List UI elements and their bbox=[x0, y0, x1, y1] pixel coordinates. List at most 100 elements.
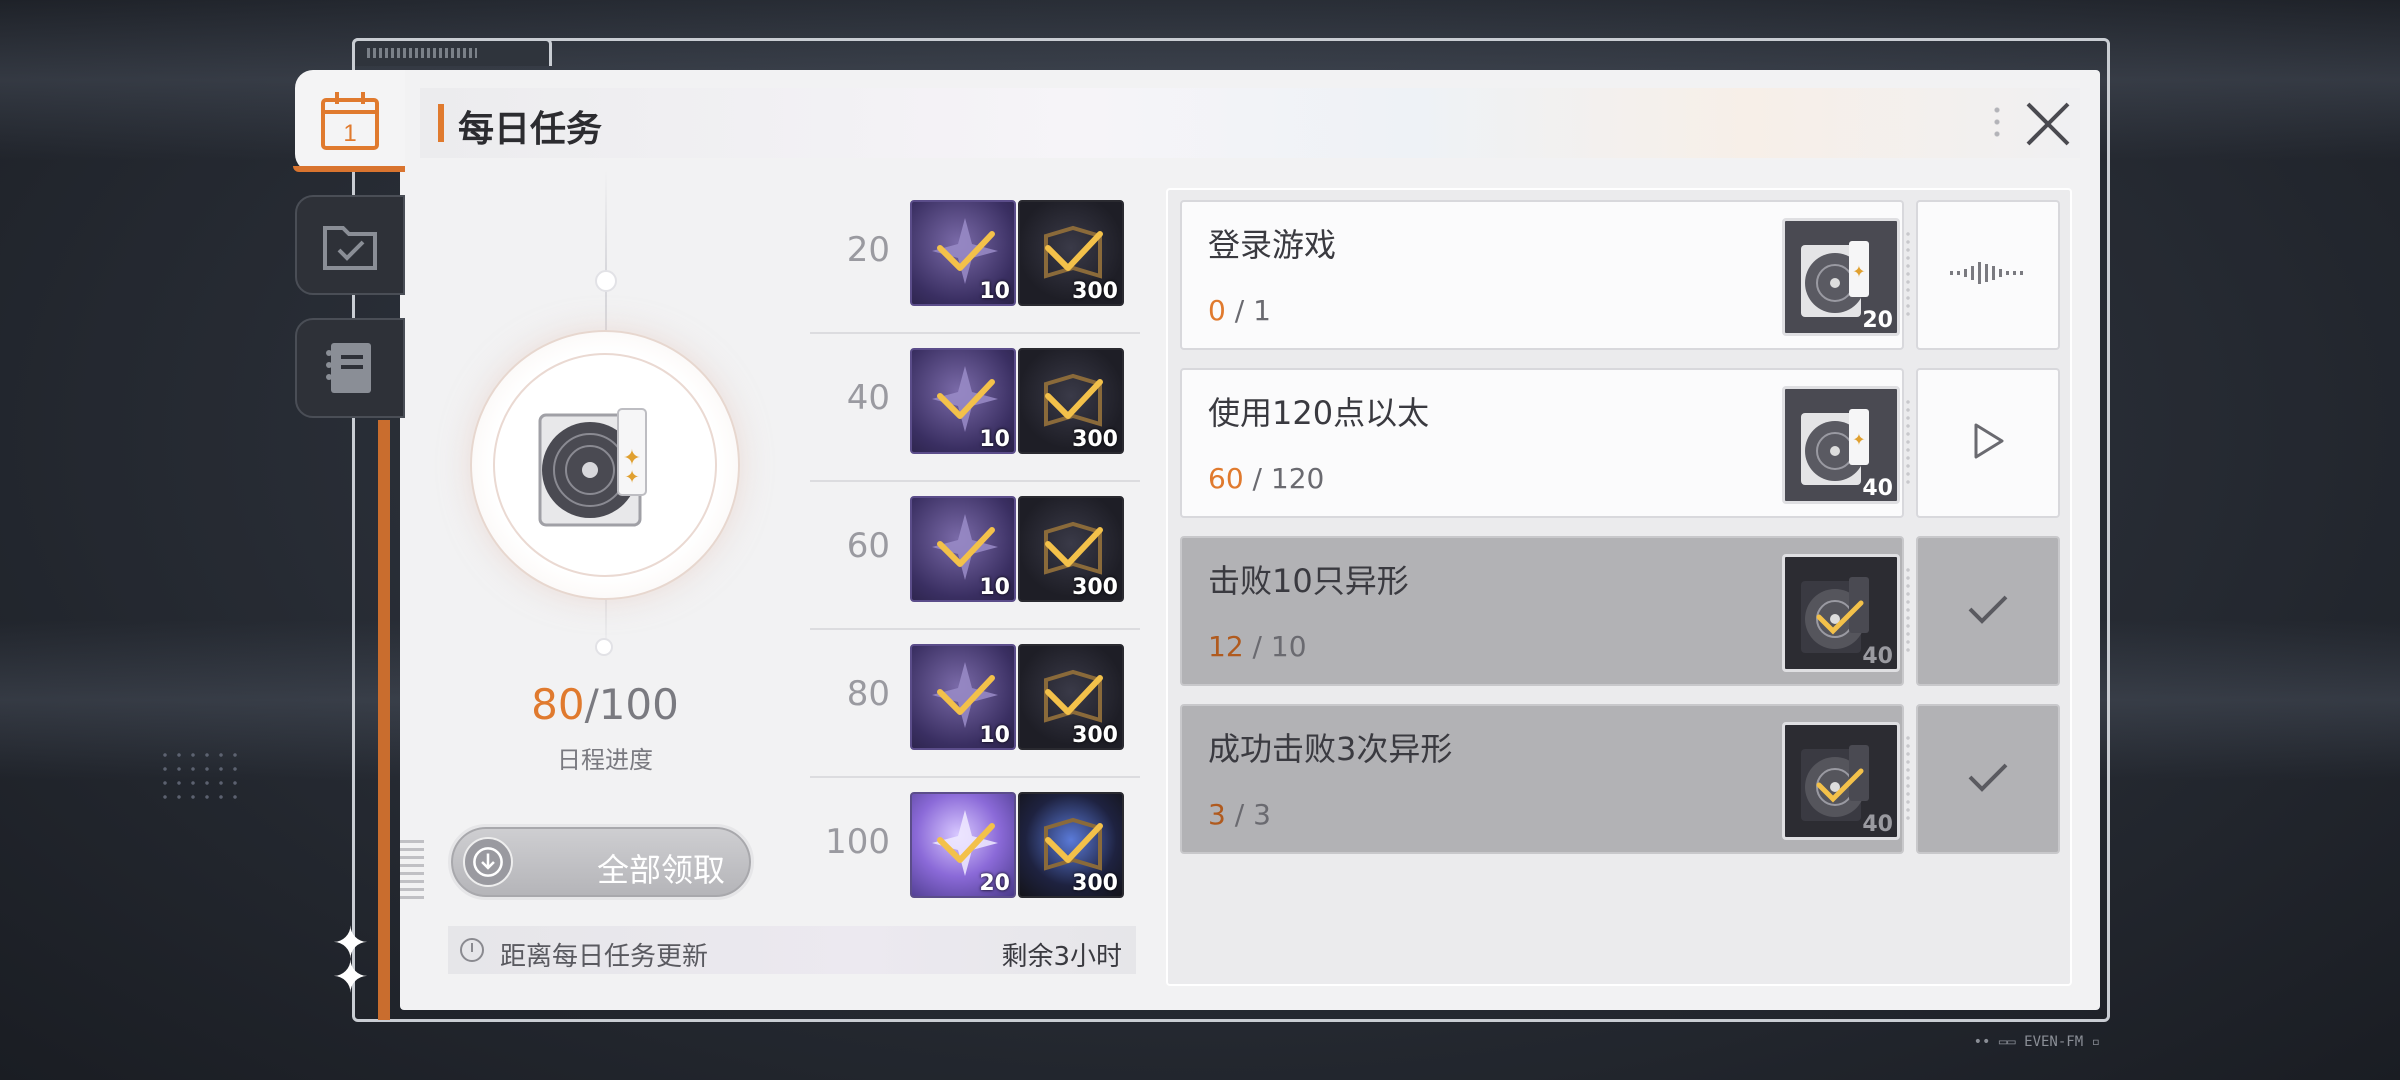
task-name: 击败10只异形 bbox=[1208, 562, 1409, 600]
waveform-icon bbox=[1948, 258, 2028, 292]
frame-accent-bar bbox=[378, 420, 390, 1020]
task-card: 击败10只异形 12 / 10 40 bbox=[1180, 536, 1904, 686]
clock-icon bbox=[460, 938, 484, 962]
refresh-timer-bar: 距离每日任务更新 剩余3小时 bbox=[448, 926, 1136, 974]
svg-text:1: 1 bbox=[343, 120, 356, 147]
reward-crystal[interactable]: 20 bbox=[910, 792, 1016, 898]
reward-count: 300 bbox=[1072, 427, 1118, 452]
svg-text:✦: ✦ bbox=[1852, 262, 1865, 281]
tab-notes[interactable] bbox=[295, 318, 405, 418]
play-icon bbox=[1968, 421, 2008, 465]
task-reward-item[interactable]: ✦ 20 bbox=[1782, 218, 1900, 336]
check-icon bbox=[1966, 591, 2010, 631]
task-reward-item[interactable]: ✦ 40 bbox=[1782, 386, 1900, 504]
milestone-row: 20 10 300 bbox=[810, 200, 1140, 334]
reward-count: 300 bbox=[1072, 575, 1118, 600]
reward-count: 10 bbox=[979, 723, 1010, 748]
reward-count: 40 bbox=[1862, 812, 1893, 837]
task-row: 成功击败3次异形 3 / 3 40 bbox=[1180, 704, 2060, 854]
reward-crystal[interactable]: 10 bbox=[910, 644, 1016, 750]
milestone-row: 60 10 300 bbox=[810, 496, 1140, 630]
reward-crystal[interactable]: 10 bbox=[910, 200, 1016, 306]
claimed-check-icon bbox=[1045, 231, 1103, 271]
task-row: 使用120点以太 60 / 120 ✦ 40 bbox=[1180, 368, 2060, 518]
milestone-row: 100 20 300 bbox=[810, 792, 1140, 902]
record-disc-icon: ✦ ✦ bbox=[538, 408, 647, 527]
claimed-check-icon bbox=[937, 527, 995, 567]
milestone-points: 100 bbox=[825, 822, 890, 862]
reward-count: 300 bbox=[1072, 723, 1118, 748]
download-arrow-icon bbox=[463, 837, 513, 887]
milestone-row: 80 10 300 bbox=[810, 644, 1140, 778]
watermark: •• ▭▭ EVEN-FM ▫ bbox=[1973, 1034, 2100, 1050]
task-progress: 0 / 1 bbox=[1208, 294, 1271, 327]
ring-node bbox=[595, 638, 613, 656]
check-icon bbox=[1966, 759, 2010, 799]
reward-count: 10 bbox=[979, 279, 1010, 304]
task-name: 登录游戏 bbox=[1208, 226, 1337, 264]
milestone-points: 20 bbox=[846, 230, 890, 270]
refresh-remaining: 剩余3小时 bbox=[1001, 942, 1122, 972]
milestone-points: 40 bbox=[846, 378, 890, 418]
task-card: 成功击败3次异形 3 / 3 40 bbox=[1180, 704, 1904, 854]
task-reward-item[interactable]: 40 bbox=[1782, 554, 1900, 672]
schedule-progress-value: 80/100 bbox=[531, 680, 679, 729]
tab-daily-tasks[interactable]: 1 bbox=[293, 70, 405, 172]
task-action-button[interactable] bbox=[1916, 368, 2060, 518]
reward-count: 300 bbox=[1072, 871, 1118, 896]
task-progress: 3 / 3 bbox=[1208, 798, 1271, 831]
reward-book[interactable]: 300 bbox=[1018, 644, 1124, 750]
task-action-button[interactable] bbox=[1916, 200, 2060, 350]
task-reward-item[interactable]: 40 bbox=[1782, 722, 1900, 840]
reward-book[interactable]: 300 bbox=[1018, 200, 1124, 306]
task-progress: 12 / 10 bbox=[1208, 630, 1307, 663]
task-action-button[interactable] bbox=[1916, 536, 2060, 686]
reward-crystal[interactable]: 10 bbox=[910, 496, 1016, 602]
tab-achievements[interactable] bbox=[295, 195, 405, 295]
reward-book[interactable]: 300 bbox=[1018, 792, 1124, 898]
reward-count: 20 bbox=[979, 871, 1010, 896]
task-card: 使用120点以太 60 / 120 ✦ 40 bbox=[1180, 368, 1904, 518]
title-accent bbox=[438, 104, 444, 142]
reward-count: 300 bbox=[1072, 279, 1118, 304]
reward-book[interactable]: 300 bbox=[1018, 496, 1124, 602]
reward-count: 10 bbox=[979, 575, 1010, 600]
task-row: 击败10只异形 12 / 10 40 bbox=[1180, 536, 2060, 686]
claimed-check-icon bbox=[937, 231, 995, 271]
claim-all-label: 全部领取 bbox=[596, 851, 725, 889]
reward-crystal[interactable]: 10 bbox=[910, 348, 1016, 454]
milestone-row: 40 10 300 bbox=[810, 348, 1140, 482]
more-dots-icon bbox=[1994, 104, 2000, 140]
reward-count: 10 bbox=[979, 427, 1010, 452]
milestone-points: 80 bbox=[846, 674, 890, 714]
reward-count: 40 bbox=[1862, 476, 1893, 501]
refresh-text: 距离每日任务更新 bbox=[500, 942, 709, 972]
task-row: 登录游戏 0 / 1 ✦ 20 bbox=[1180, 200, 2060, 350]
task-name: 成功击败3次异形 bbox=[1208, 730, 1453, 768]
calendar-icon: 1 bbox=[321, 92, 379, 150]
frame-tab bbox=[352, 38, 552, 66]
svg-text:✦: ✦ bbox=[624, 467, 639, 488]
claimed-check-icon bbox=[1045, 675, 1103, 715]
reward-book[interactable]: 300 bbox=[1018, 348, 1124, 454]
deco-dot-grid bbox=[158, 748, 238, 808]
claimed-check-icon bbox=[937, 379, 995, 419]
task-list: 登录游戏 0 / 1 ✦ 20 使用120点以太 60 / 120 ✦ 40 击败10只异形 12… bbox=[1166, 188, 2072, 986]
claim-all-button[interactable]: 全部领取 bbox=[448, 824, 754, 900]
task-progress: 60 / 120 bbox=[1208, 462, 1325, 495]
svg-text:✦: ✦ bbox=[1852, 430, 1865, 449]
ring-node bbox=[595, 270, 617, 292]
claimed-check-icon bbox=[937, 823, 995, 863]
milestone-points: 60 bbox=[846, 526, 890, 566]
close-icon[interactable] bbox=[2020, 96, 2076, 152]
task-action-button[interactable] bbox=[1916, 704, 2060, 854]
sparkle-icon: ✦ bbox=[332, 952, 369, 1003]
claimed-check-icon bbox=[937, 675, 995, 715]
schedule-progress-label: 日程进度 bbox=[557, 746, 653, 774]
schedule-progress-ring: ✦ ✦ bbox=[455, 170, 755, 670]
deco-lines bbox=[400, 840, 424, 900]
claimed-check-icon bbox=[1045, 379, 1103, 419]
folder-check-icon bbox=[323, 226, 377, 270]
panel-header: 每日任务 bbox=[420, 88, 2080, 158]
claimed-check-icon bbox=[1045, 823, 1103, 863]
